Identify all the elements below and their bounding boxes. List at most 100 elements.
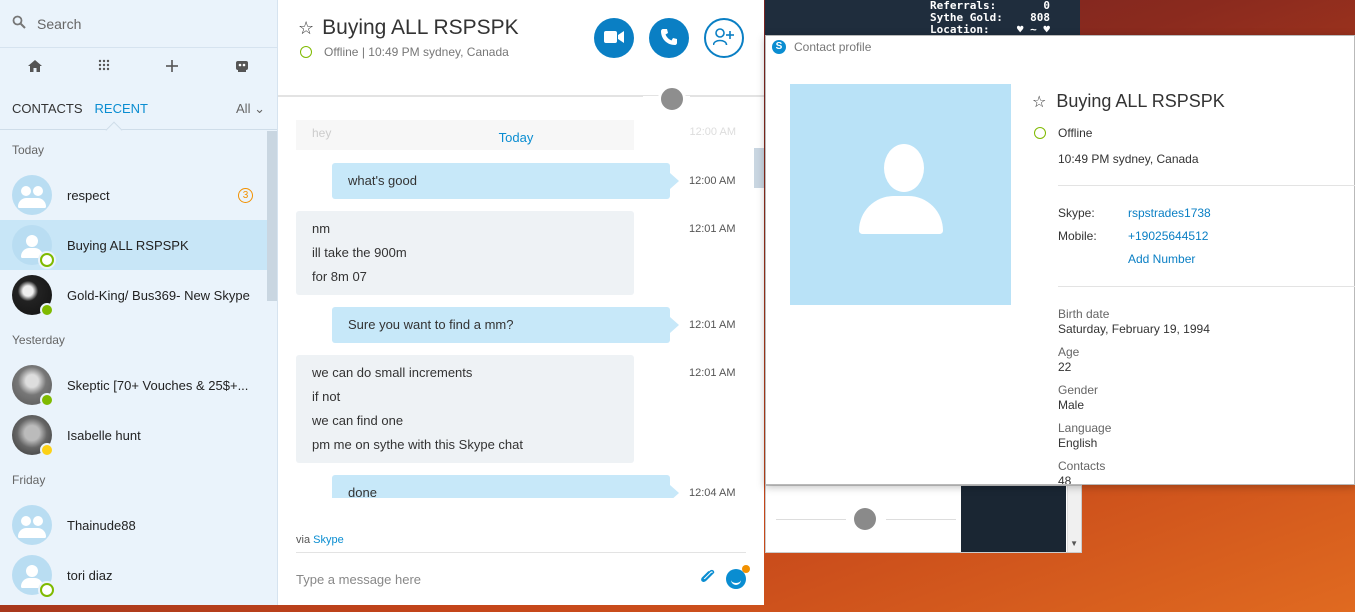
add-number-link[interactable]: Add Number <box>1128 252 1195 266</box>
contact-item[interactable]: Thainude88 <box>0 500 277 550</box>
chat-pane: ☆ Buying ALL RSPSPK Offline | 10:49 PM s… <box>278 0 764 605</box>
sidebar-scrollbar[interactable] <box>267 131 277 301</box>
status-text: Offline <box>1058 126 1093 140</box>
search-icon <box>12 15 28 32</box>
outgoing-message[interactable]: done <box>332 475 679 498</box>
group-avatar-icon <box>12 505 52 545</box>
contact-name: Buying ALL RSPSPK <box>67 237 189 253</box>
contact-name: Skeptic [70+ Vouches & 25$+... <box>67 377 249 393</box>
message-line: done <box>348 485 377 498</box>
online-status-icon <box>40 303 54 317</box>
scroll-down-arrow-icon[interactable]: ▼ <box>1070 539 1078 548</box>
emoticon-icon[interactable] <box>726 565 750 589</box>
contacts-label: Contacts <box>1058 459 1106 473</box>
contact-tabs: CONTACTS RECENT All ⌄ <box>0 88 277 139</box>
chevron-down-icon: ⌄ <box>254 100 265 116</box>
contact-item[interactable]: respect 3 <box>0 170 277 220</box>
profile-status: Offline <box>1034 126 1092 140</box>
status-separator: | <box>361 45 365 59</box>
outgoing-message[interactable]: what's good <box>332 163 679 199</box>
add-icon[interactable] <box>165 59 179 78</box>
local-time: 10:49 PM sydney, Canada <box>368 45 509 59</box>
mobile-value[interactable]: +19025644512 <box>1128 229 1208 243</box>
background-dark-panel <box>961 486 1066 552</box>
dialpad-icon[interactable] <box>98 59 110 78</box>
globe-icon <box>854 508 876 530</box>
profile-name: Buying ALL RSPSPK <box>1056 91 1225 111</box>
language-value: English <box>1058 436 1098 450</box>
bot-icon[interactable] <box>234 58 250 79</box>
away-status-icon <box>40 443 54 457</box>
gender-value: Male <box>1058 398 1085 412</box>
avatar <box>12 365 54 407</box>
contact-item[interactable]: Isabelle hunt <box>0 410 277 460</box>
unread-badge: 3 <box>238 187 253 203</box>
incoming-message[interactable]: nm ill take the 900m for 8m 07 <box>296 211 634 295</box>
message-line: nm <box>312 221 331 236</box>
divider <box>278 96 643 97</box>
message-composer[interactable]: Type a message here <box>296 552 750 605</box>
home-icon[interactable] <box>27 58 43 79</box>
message-line: ill take the 900m <box>312 245 407 260</box>
message-time: 12:01 AM <box>689 319 736 331</box>
offline-status-icon <box>300 46 312 58</box>
contact-item[interactable]: tori diaz <box>0 550 277 600</box>
status-text: Offline <box>324 45 359 59</box>
message-time: 12:01 AM <box>689 367 736 379</box>
mobile-label: Mobile: <box>1058 229 1097 243</box>
chat-title-row: ☆ Buying ALL RSPSPK <box>298 16 519 40</box>
message-time: 12:01 AM <box>689 223 736 235</box>
message-line: what's good <box>348 173 417 188</box>
search-input[interactable]: Search <box>37 16 81 32</box>
contact-name: Gold-King/ Bus369- New Skype <box>67 287 250 303</box>
contacts-value: 48 <box>1058 474 1072 484</box>
offline-status-icon <box>40 253 54 267</box>
outgoing-message[interactable]: Sure you want to find a mm? <box>332 307 679 343</box>
chat-title: Buying ALL RSPSPK <box>322 16 519 39</box>
contact-item[interactable]: Skeptic [70+ Vouches & 25$+... <box>0 360 277 410</box>
birth-date-label: Birth date <box>1058 307 1110 321</box>
profile-picture <box>790 84 1011 305</box>
avatar <box>12 415 54 457</box>
tab-recent[interactable]: RECENT <box>95 101 148 116</box>
language-label: Language <box>1058 421 1112 435</box>
attachment-icon[interactable] <box>700 567 716 592</box>
via-skype-link[interactable]: Skype <box>313 534 344 546</box>
incoming-message[interactable]: we can do small increments if not we can… <box>296 355 634 463</box>
phone-icon <box>660 28 678 49</box>
message-line: we can find one <box>312 413 404 428</box>
age-value: 22 <box>1058 360 1072 374</box>
skype-id-label: Skype: <box>1058 206 1095 220</box>
chat-status: Offline | 10:49 PM sydney, Canada <box>300 45 509 59</box>
video-call-button[interactable] <box>594 18 634 58</box>
favorite-star-icon[interactable]: ☆ <box>1032 92 1046 112</box>
filter-dropdown[interactable]: All ⌄ <box>236 101 265 117</box>
filter-label: All <box>236 100 251 116</box>
tab-contacts[interactable]: CONTACTS <box>12 101 83 116</box>
message-input[interactable]: Type a message here <box>296 572 421 587</box>
default-avatar-icon <box>12 225 54 267</box>
skype-logo-icon: S <box>772 40 786 54</box>
section-header: Friday <box>12 473 46 487</box>
offline-status-icon <box>1034 127 1046 139</box>
day-divider: Today <box>498 130 534 145</box>
section-header: Today <box>12 143 45 157</box>
background-window: ▼ <box>765 485 1082 553</box>
voice-call-button[interactable] <box>649 18 689 58</box>
favorite-star-icon[interactable]: ☆ <box>298 18 314 39</box>
contact-item-selected[interactable]: Buying ALL RSPSPK <box>0 220 277 270</box>
profile-name-row: ☆ Buying ALL RSPSPK <box>1032 91 1225 112</box>
divider <box>1058 185 1355 186</box>
message-list[interactable]: hey 12:00 AM Today what's good 12:00 AM … <box>278 118 764 498</box>
default-avatar-icon <box>12 555 54 597</box>
skype-id-value[interactable]: rspstrades1738 <box>1128 206 1211 220</box>
background-profile-stats: Referrals: 0 Sythe Gold: 808 Location: ♥ ~ … <box>930 0 1050 36</box>
offline-status-icon <box>40 583 54 597</box>
contact-item[interactable]: Gold-King/ Bus369- New Skype <box>0 270 277 320</box>
message-line: if not <box>312 389 341 404</box>
add-people-button[interactable] <box>704 18 744 58</box>
search-bar[interactable]: Search <box>0 0 277 48</box>
message-line: pm me on sythe with this Skype chat <box>312 437 523 452</box>
chat-scrollbar[interactable] <box>754 148 764 188</box>
birth-date-value: Saturday, February 19, 1994 <box>1058 322 1210 336</box>
